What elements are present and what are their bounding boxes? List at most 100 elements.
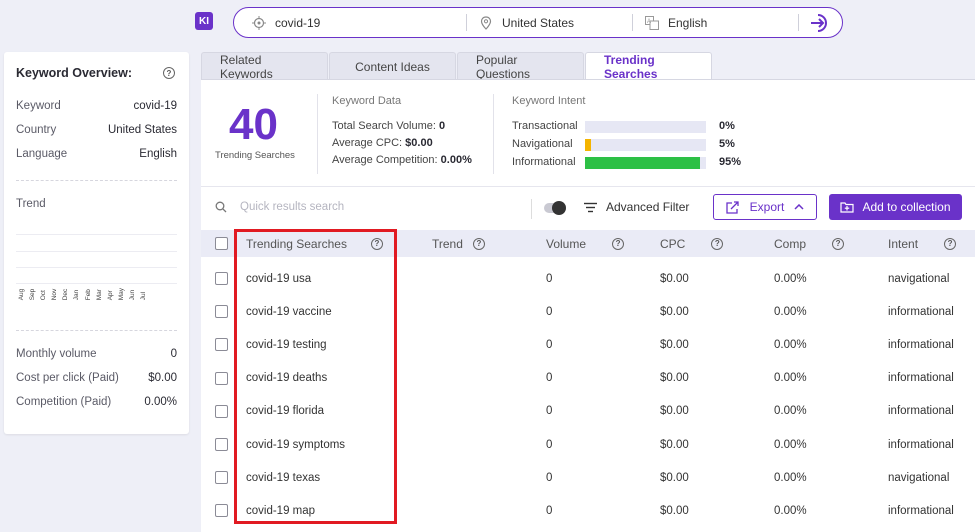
tab-related-keywords[interactable]: Related Keywords: [201, 52, 328, 81]
cpc-cell: $0.00: [660, 504, 689, 517]
month-tick: Nov: [51, 288, 59, 301]
app-logo[interactable]: KI: [195, 12, 213, 30]
help-icon[interactable]: ?: [472, 237, 485, 250]
volume-cell: 0: [546, 438, 553, 451]
language-value: English: [668, 15, 708, 30]
comp-cell: 0.00%: [774, 471, 807, 484]
intent-pct: 5%: [719, 138, 735, 150]
add-to-collection-button[interactable]: Add to collection: [829, 194, 962, 220]
language-select[interactable]: A English: [633, 8, 798, 37]
help-icon[interactable]: ?: [612, 237, 625, 250]
volume-cell: 0: [546, 372, 553, 385]
intent-pct: 95%: [719, 156, 742, 168]
cpc-cell: $0.00: [660, 338, 689, 351]
trending-count: 40: [229, 100, 278, 149]
svg-text:A: A: [647, 19, 651, 25]
help-icon[interactable]: ?: [944, 237, 957, 250]
month-tick: Jan: [73, 289, 81, 301]
toggle-switch[interactable]: [544, 201, 566, 215]
target-icon: [252, 15, 266, 30]
trend-month-axis: Aug Sep Oct Nov Dec Jan Feb Mar Apr May …: [18, 288, 148, 300]
help-icon[interactable]: ?: [163, 67, 175, 79]
export-label: Export: [749, 200, 785, 214]
select-all-checkbox[interactable]: [215, 237, 228, 250]
intent-cell: informational: [888, 438, 954, 451]
total-volume-label: Total Search Volume:: [332, 120, 436, 132]
month-tick: Aug: [18, 288, 25, 301]
search-icon: [215, 201, 227, 213]
row-checkbox[interactable]: [215, 471, 228, 485]
volume-cell: 0: [546, 504, 553, 517]
cpc-cell: $0.00: [660, 305, 689, 318]
column-header-intent[interactable]: Intent?: [888, 230, 957, 257]
month-tick: Jul: [140, 291, 148, 301]
row-checkbox[interactable]: [215, 371, 228, 385]
row-checkbox[interactable]: [215, 404, 228, 418]
keyword-overview-panel: Keyword Overview: ? Keyword covid-19 Coun…: [4, 52, 189, 434]
row-checkbox[interactable]: [215, 438, 228, 451]
quick-search[interactable]: Quick results search: [215, 201, 344, 213]
overview-title: Keyword Overview:: [16, 66, 133, 80]
header-label: CPC: [660, 236, 686, 251]
row-checkbox[interactable]: [215, 305, 228, 319]
tab-content-ideas[interactable]: Content Ideas: [329, 52, 456, 80]
help-icon[interactable]: ?: [711, 237, 724, 250]
comp-cell: 0.00%: [774, 372, 807, 385]
export-icon: [726, 200, 739, 214]
row-checkbox[interactable]: [215, 504, 228, 518]
intent-label: Transactional: [512, 120, 578, 132]
keyword-field[interactable]: covid-19: [234, 8, 466, 37]
advanced-filter-button[interactable]: Advanced Filter: [584, 200, 689, 214]
metric-value: 0.00%: [144, 396, 177, 408]
row-checkbox[interactable]: [215, 338, 228, 352]
volume-cell: 0: [546, 471, 553, 484]
intent-cell: informational: [888, 504, 954, 517]
cpc-cell: $0.00: [660, 272, 689, 285]
quick-search-placeholder: Quick results search: [240, 201, 345, 213]
help-icon[interactable]: ?: [832, 237, 845, 250]
intent-cell: informational: [888, 372, 954, 385]
advanced-filter-label: Advanced Filter: [606, 200, 690, 214]
column-header-cpc[interactable]: CPC?: [660, 230, 724, 257]
intent-bar-informational: [585, 157, 706, 169]
export-button[interactable]: Export: [713, 194, 817, 220]
header-label: Comp: [774, 236, 807, 251]
row-checkbox[interactable]: [215, 272, 228, 285]
intent-cell: informational: [888, 338, 954, 351]
cpc-cell: $0.00: [660, 438, 689, 451]
country-select[interactable]: United States: [467, 8, 632, 37]
comp-cell: 0.00%: [774, 438, 807, 451]
login-arrow-icon: [811, 13, 827, 32]
column-header-volume[interactable]: Volume?: [546, 230, 625, 257]
column-header-comp[interactable]: Comp?: [774, 230, 845, 257]
tab-trending-searches[interactable]: Trending Searches: [585, 52, 712, 81]
comp-cell: 0.00%: [774, 405, 807, 418]
country-value: United States: [502, 15, 575, 30]
chevron-up-icon: [794, 204, 804, 210]
result-tabs: Related Keywords Content Ideas Popular Q…: [201, 52, 713, 81]
metric-value: 0: [170, 348, 177, 360]
translate-icon: A: [645, 15, 659, 30]
intent-bar-fill: [585, 139, 592, 151]
intent-cell: navigational: [888, 471, 950, 484]
overview-label: Language: [16, 148, 68, 160]
trending-count-label: Trending Searches: [215, 150, 295, 161]
avg-comp-value: 0.00%: [440, 154, 472, 166]
column-header-trend[interactable]: Trend?: [432, 230, 485, 257]
metric-label: Cost per click (Paid): [16, 372, 119, 384]
month-tick: Oct: [40, 290, 48, 301]
search-submit-button[interactable]: [809, 12, 831, 34]
folder-plus-icon: [840, 202, 855, 213]
keyword-value: covid-19: [275, 15, 321, 30]
tab-popular-questions[interactable]: Popular Questions: [457, 52, 584, 81]
overview-label: Country: [16, 124, 57, 136]
intent-bar-fill: [585, 157, 700, 169]
avg-cpc-label: Average CPC:: [332, 137, 403, 149]
filter-icon: [584, 202, 597, 212]
cpc-cell: $0.00: [660, 471, 689, 484]
intent-label: Informational: [512, 156, 576, 168]
intent-cell: informational: [888, 305, 954, 318]
highlight-box: [234, 229, 397, 524]
volume-cell: 0: [546, 338, 553, 351]
intent-label: Navigational: [512, 138, 573, 150]
